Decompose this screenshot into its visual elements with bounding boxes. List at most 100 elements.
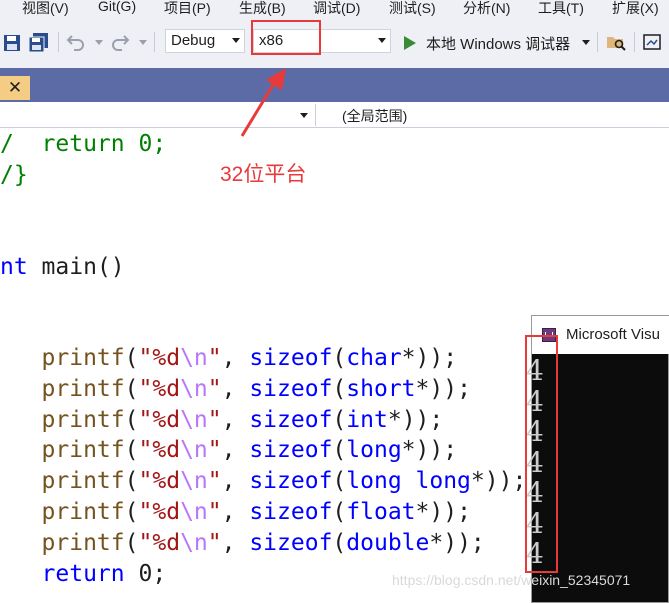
window-icon[interactable]: [643, 33, 661, 51]
save-icon[interactable]: [3, 34, 21, 52]
code-token: long long: [346, 468, 471, 495]
code-token: \n: [180, 406, 208, 433]
code-line: printf("%d\n", sizeof(char*));: [0, 343, 458, 374]
toolbar-separator: [58, 32, 59, 52]
save-all-icon[interactable]: [28, 32, 50, 54]
menu-git[interactable]: Git(G): [98, 0, 136, 14]
code-token: sizeof: [249, 345, 333, 371]
code-line: printf("%d\n", sizeof(long long*));: [0, 466, 527, 497]
chevron-down-icon: [232, 38, 240, 43]
code-token: (: [124, 499, 139, 525]
code-line: return 0;: [0, 559, 167, 590]
code-token: \n: [180, 345, 208, 371]
find-in-files-icon[interactable]: [606, 32, 626, 52]
code-token: ": [138, 345, 153, 371]
code-token: 0: [138, 561, 153, 587]
menu-extensions[interactable]: 扩展(X): [612, 0, 659, 18]
code-token: ": [207, 468, 222, 495]
code-token: *: [470, 468, 485, 495]
code-token: ": [207, 406, 222, 433]
scope-dropdown[interactable]: (全局范围): [342, 106, 407, 126]
watermark: https://blog.csdn.net/weixin_52345071: [392, 572, 631, 588]
code-token: ,: [221, 345, 250, 371]
code-token: (: [332, 375, 347, 402]
platform-highlight-box: [251, 20, 321, 55]
menu-view[interactable]: 视图(V): [22, 0, 69, 18]
toolbar-separator: [634, 32, 635, 52]
chevron-down-icon: [300, 113, 308, 118]
code-token: (: [332, 468, 347, 495]
code-token: (: [332, 345, 347, 371]
code-token: printf: [41, 375, 125, 402]
code-token: ": [138, 529, 153, 556]
navigation-bar: (全局范围): [0, 102, 669, 128]
code-token: %d: [152, 529, 181, 556]
code-token: %d: [152, 437, 181, 464]
annotation-arrow-icon: [240, 68, 286, 137]
code-token: main(): [27, 254, 125, 280]
code-token: (: [124, 406, 139, 433]
code-token: long: [346, 437, 402, 464]
code-token: sizeof: [249, 406, 333, 433]
undo-dropdown-icon[interactable]: [95, 40, 103, 46]
code-token: *: [401, 437, 416, 464]
code-line: printf("%d\n", sizeof(int*));: [0, 405, 444, 436]
code-token: nt: [0, 254, 28, 280]
code-token: *: [429, 529, 444, 556]
code-line: printf("%d\n", sizeof(double*));: [0, 528, 485, 559]
code-token: (: [124, 437, 139, 464]
code-token: sizeof: [249, 529, 333, 556]
code-token: %d: [152, 375, 181, 402]
code-token: /: [0, 131, 42, 157]
menu-tools[interactable]: 工具(T): [538, 0, 584, 18]
code-token: ": [138, 468, 153, 495]
code-token: sizeof: [249, 468, 333, 495]
code-token: *: [415, 375, 430, 402]
code-token: \n: [180, 375, 208, 402]
menu-analyze[interactable]: 分析(N): [463, 0, 510, 18]
menu-test[interactable]: 测试(S): [389, 0, 436, 18]
code-token: ": [207, 345, 222, 371]
code-token: ": [207, 499, 222, 525]
code-token: ));: [429, 375, 471, 402]
annotation-label: 32位平台: [220, 163, 307, 186]
code-token: ": [207, 529, 222, 556]
code-token: ));: [415, 345, 458, 371]
code-token: ,: [221, 499, 250, 525]
redo-icon[interactable]: [110, 32, 130, 52]
code-token: ));: [415, 437, 458, 464]
configuration-value: Debug: [171, 32, 216, 49]
code-token: ,: [221, 468, 250, 495]
code-token: ;: [152, 561, 167, 587]
play-icon[interactable]: [403, 35, 417, 51]
configuration-dropdown[interactable]: Debug: [165, 29, 245, 53]
toolbar-separator: [597, 32, 598, 52]
code-token: ,: [221, 406, 250, 433]
code-token: return 0;: [41, 131, 167, 157]
code-token: (: [124, 375, 139, 402]
undo-icon[interactable]: [66, 32, 86, 52]
close-tab-icon[interactable]: ✕: [0, 76, 30, 100]
code-token: printf: [41, 406, 125, 433]
chevron-down-icon[interactable]: [582, 40, 590, 46]
code-token: double: [346, 529, 430, 556]
code-line: /}: [0, 162, 28, 188]
code-line: nt main(): [0, 252, 125, 283]
menu-project[interactable]: 项目(P): [164, 0, 211, 18]
menu-debug[interactable]: 调试(D): [313, 0, 360, 18]
code-token: ": [207, 437, 222, 464]
code-token: sizeof: [249, 437, 333, 464]
code-token: %d: [152, 499, 181, 525]
code-token: ": [138, 499, 153, 525]
code-token: ": [138, 406, 153, 433]
code-line: printf("%d\n", sizeof(short*));: [0, 374, 471, 405]
document-tab-strip: ✕: [0, 68, 669, 102]
start-debugging-button[interactable]: 本地 Windows 调试器: [426, 33, 570, 54]
redo-dropdown-icon[interactable]: [139, 40, 147, 46]
menu-build[interactable]: 生成(B): [239, 0, 286, 18]
code-token: \n: [180, 437, 208, 464]
